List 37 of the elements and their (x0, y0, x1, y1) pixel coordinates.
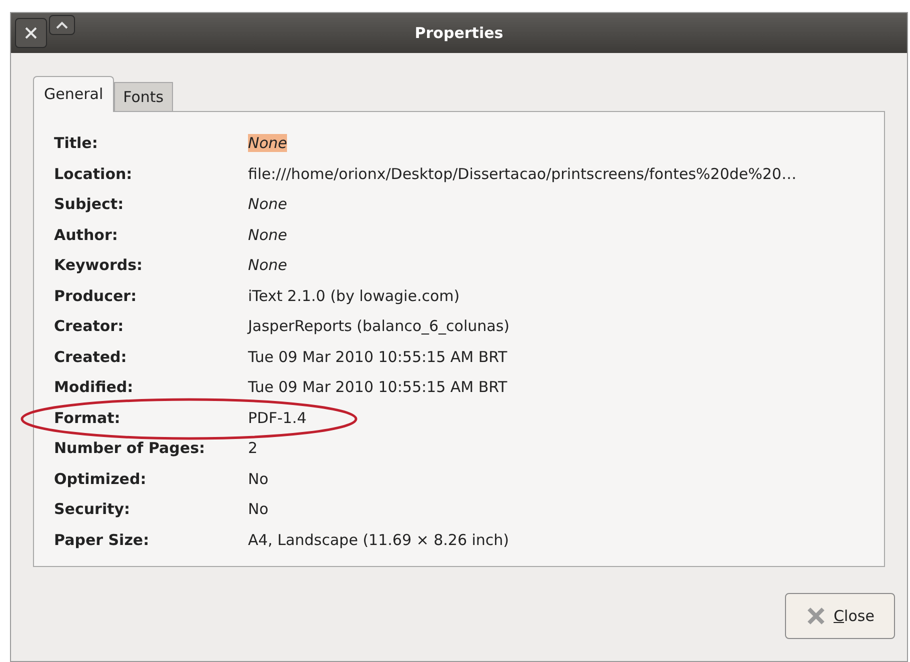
close-icon (24, 26, 38, 40)
property-label: Author: (54, 224, 119, 246)
property-value: JasperReports (balanco_6_colunas) (248, 317, 510, 335)
chevron-up-icon (56, 21, 68, 29)
property-value: None (248, 256, 288, 274)
close-window-button[interactable] (15, 18, 47, 48)
property-value: 2 (248, 439, 258, 457)
property-value: None (248, 195, 288, 213)
tab[interactable]: General (33, 76, 114, 112)
property-label: Created: (54, 346, 128, 368)
property-label: Producer: (54, 286, 138, 306)
tab[interactable]: Fonts (114, 82, 173, 112)
property-label: Paper Size: (54, 530, 150, 550)
property-value: No (248, 500, 268, 518)
property-label: Format: (54, 408, 122, 428)
property-value: None (248, 226, 288, 244)
property-value: Tue 09 Mar 2010 10:55:15 AM BRT (248, 378, 508, 396)
property-value: file:///home/orionx/Desktop/Dissertacao/printscreens/fontes%20de%20… (248, 164, 796, 182)
window-title: Properties (414, 22, 504, 44)
property-label: Number of Pages: (54, 438, 206, 459)
property-value: Tue 09 Mar 2010 10:55:15 AM BRT (248, 348, 508, 366)
property-value: No (248, 470, 268, 488)
property-value: A4, Landscape (11.69 × 8.26 inch) (248, 530, 510, 548)
property-label: Title: (54, 133, 99, 154)
close-button[interactable]: Close (785, 593, 895, 639)
property-label: Location: (54, 164, 134, 184)
property-label: Subject: (54, 194, 125, 215)
property-label: Optimized: (54, 468, 148, 490)
property-label: Creator: (54, 316, 125, 337)
close-icon (806, 606, 826, 626)
maximize-window-button[interactable] (49, 15, 75, 35)
property-value: None (248, 134, 288, 152)
property-label: Modified: (54, 377, 134, 398)
property-value: iText 2.1.0 (by lowagie.com) (248, 286, 460, 304)
property-label: Keywords: (54, 255, 144, 276)
property-value: PDF-1.4 (248, 408, 306, 426)
property-label: Security: (54, 499, 132, 520)
